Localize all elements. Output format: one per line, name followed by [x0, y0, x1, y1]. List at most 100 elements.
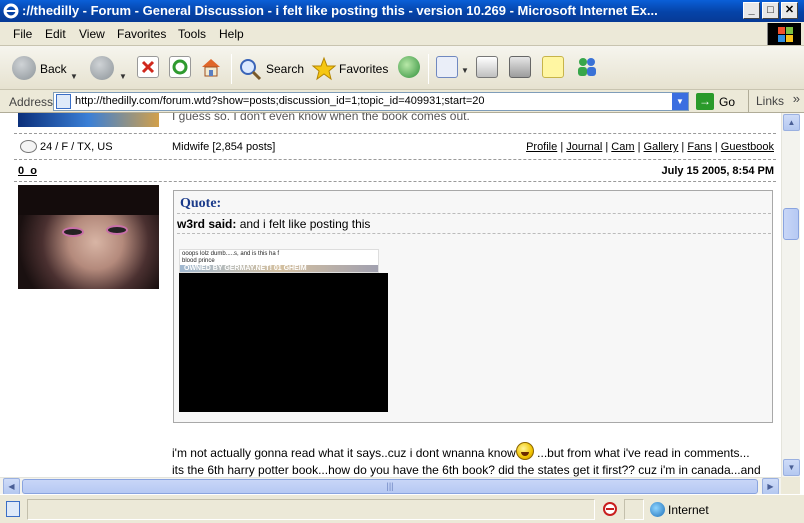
- user-location: 24 / F / TX, US: [40, 141, 113, 153]
- smiley-icon: [515, 442, 534, 460]
- guestbook-link[interactable]: Guestbook: [721, 141, 774, 153]
- favorites-button[interactable]: Favorites: [311, 54, 391, 82]
- popup-blocked-icon[interactable]: [602, 501, 618, 517]
- title-bar: ://thedilly - Forum - General Discussion…: [0, 0, 804, 22]
- image-caption: ooops lolz dumb.....s, and is this ha f: [182, 251, 280, 257]
- menu-edit[interactable]: Edit: [45, 27, 66, 41]
- go-arrow-icon[interactable]: →: [696, 93, 714, 110]
- post-body-line: its the 6th harry potter book...how do y…: [172, 463, 761, 477]
- address-bar: Address http://thedilly.com/forum.wtd?sh…: [0, 90, 804, 113]
- menu-view[interactable]: View: [79, 27, 105, 41]
- back-arrow-icon: [12, 56, 36, 80]
- previous-post-text: I guess so. I don't even know when the b…: [172, 113, 470, 123]
- mail-icon[interactable]: [436, 56, 458, 78]
- refresh-icon[interactable]: [169, 56, 191, 78]
- quote-title: Quote:: [180, 196, 222, 211]
- vertical-scroll-thumb[interactable]: [783, 208, 799, 240]
- forward-arrow-icon: [90, 56, 114, 80]
- image-caption: blood prince: [182, 258, 215, 264]
- vertical-scrollbar[interactable]: ▲ ▼: [781, 113, 800, 477]
- address-label: Address: [9, 95, 54, 109]
- avatar-eye: [62, 227, 84, 237]
- fans-link[interactable]: Fans: [687, 141, 711, 153]
- stop-icon[interactable]: [137, 56, 159, 78]
- links-toolbar[interactable]: Links »: [748, 90, 804, 113]
- quoted-image-header: ooops lolz dumb.....s, and is this ha f …: [179, 249, 379, 273]
- status-pane: [624, 499, 644, 520]
- chevron-right-icon[interactable]: »: [793, 87, 800, 110]
- back-dropdown-icon[interactable]: ▼: [70, 72, 78, 81]
- divider: [14, 133, 776, 134]
- gallery-link[interactable]: Gallery: [644, 141, 679, 153]
- post-username[interactable]: 0_o: [18, 165, 37, 177]
- previous-avatar-image: [18, 113, 159, 127]
- toolbar: Back ▼ ▼ Search Favorites ▼: [0, 46, 804, 90]
- horizontal-scrollbar[interactable]: ◀ ||| ▶: [0, 477, 781, 495]
- ie-icon: [3, 3, 19, 19]
- print-icon[interactable]: [476, 56, 498, 78]
- profile-link[interactable]: Profile: [526, 141, 557, 153]
- divider: [14, 159, 776, 160]
- quote-text: w3rd said: and i felt like posting this: [177, 217, 370, 231]
- forward-button[interactable]: ▼: [88, 54, 128, 82]
- page-icon: [56, 94, 71, 109]
- page-content: I guess so. I don't even know when the b…: [0, 113, 781, 477]
- scrollbar-corner: [781, 477, 800, 494]
- toolbar-separator: [231, 54, 232, 84]
- address-url[interactable]: http://thedilly.com/forum.wtd?show=posts…: [75, 95, 484, 107]
- status-bar: Internet: [0, 494, 804, 523]
- address-dropdown-icon[interactable]: ▼: [672, 93, 688, 110]
- post-body-text: ...but from what i've read in comments..…: [533, 446, 750, 460]
- scroll-down-icon[interactable]: ▼: [783, 459, 800, 476]
- history-icon[interactable]: [398, 56, 420, 78]
- scroll-left-icon[interactable]: ◀: [3, 478, 20, 495]
- search-icon: [240, 59, 262, 81]
- quote-body: and i felt like posting this: [236, 217, 371, 231]
- scroll-right-icon[interactable]: ▶: [762, 478, 779, 495]
- go-button[interactable]: Go: [719, 95, 735, 109]
- menu-favorites[interactable]: Favorites: [117, 27, 166, 41]
- search-label: Search: [266, 62, 305, 76]
- image-banner: OWNED BY GERMAY.NET! 01 GHEIM: [180, 265, 378, 272]
- avatar-eye: [106, 225, 128, 235]
- menu-help[interactable]: Help: [219, 27, 244, 41]
- quote-box: Quote: w3rd said: and i felt like postin…: [173, 190, 773, 423]
- window-title: ://thedilly - Forum - General Discussion…: [22, 3, 658, 18]
- post-body-line: i'm not actually gonna read what it says…: [172, 442, 750, 460]
- menu-tools[interactable]: Tools: [178, 27, 206, 41]
- user-avatar[interactable]: [18, 185, 159, 289]
- image-banner-text: OWNED BY GERMAY.NET! 01 GHEIM: [184, 265, 307, 272]
- horizontal-scroll-thumb[interactable]: |||: [22, 479, 758, 494]
- forward-dropdown-icon[interactable]: ▼: [119, 72, 127, 81]
- divider: [177, 233, 771, 234]
- previous-post-footer: 24 / F / TX, US Midwife [2,854 posts] Pr…: [18, 139, 774, 157]
- quote-author: w3rd said:: [177, 217, 237, 231]
- search-button[interactable]: Search: [238, 54, 304, 82]
- links-label: Links: [756, 94, 785, 108]
- user-rank: Midwife [2,854 posts]: [172, 141, 276, 153]
- back-button[interactable]: Back ▼: [10, 54, 82, 82]
- windows-logo-icon: [767, 23, 801, 45]
- close-button[interactable]: ✕: [781, 2, 798, 19]
- cam-link[interactable]: Cam: [611, 141, 634, 153]
- back-label: Back: [40, 62, 67, 76]
- star-icon: [311, 56, 337, 81]
- internet-globe-icon: [650, 502, 665, 517]
- post-date: July 15 2005, 8:54 PM: [661, 165, 774, 177]
- scroll-up-icon[interactable]: ▲: [783, 114, 800, 131]
- edit-icon[interactable]: [509, 56, 531, 78]
- address-input[interactable]: http://thedilly.com/forum.wtd?show=posts…: [53, 92, 689, 111]
- avatar-hair: [18, 185, 159, 215]
- minimize-button[interactable]: _: [743, 2, 760, 19]
- home-icon[interactable]: [200, 56, 222, 78]
- mail-dropdown-icon[interactable]: ▼: [461, 66, 469, 75]
- journal-link[interactable]: Journal: [566, 141, 602, 153]
- messenger-icon[interactable]: [575, 56, 597, 78]
- maximize-button[interactable]: □: [762, 2, 779, 19]
- discuss-icon[interactable]: [542, 56, 564, 78]
- profile-links: Profile | Journal | Cam | Gallery | Fans…: [526, 141, 774, 153]
- status-pane: [27, 499, 595, 520]
- security-zone: Internet: [668, 503, 709, 517]
- menu-file[interactable]: File: [13, 27, 32, 41]
- favorites-label: Favorites: [339, 62, 389, 76]
